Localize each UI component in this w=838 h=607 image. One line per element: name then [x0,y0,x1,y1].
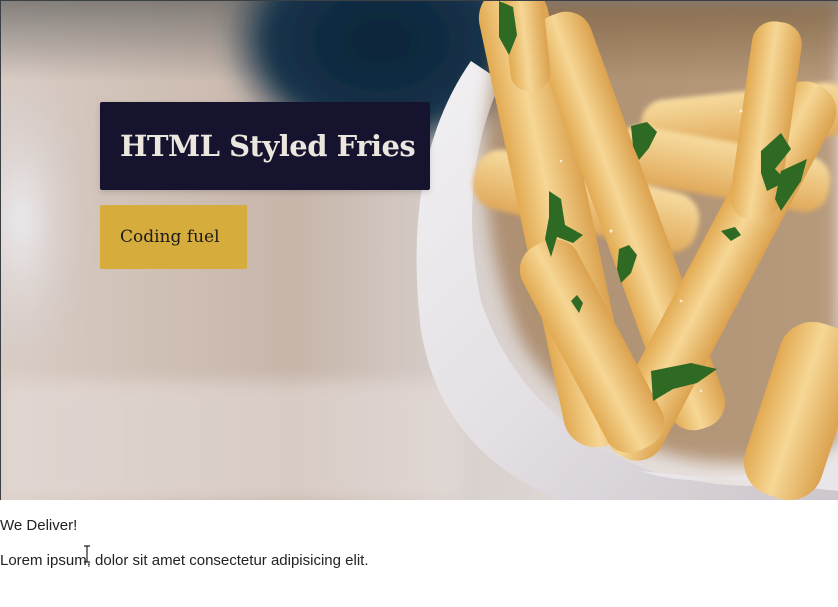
coding-fuel-button-label: Coding fuel [120,227,220,247]
hero-title: HTML Styled Fries [120,129,416,163]
hero-title-box: HTML Styled Fries [100,102,430,190]
page: HTML Styled Fries Coding fuel We Deliver… [0,0,838,607]
section-heading: We Deliver! [0,517,78,534]
section-body-text: Lorem ipsum, dolor sit amet consectetur … [0,552,369,569]
content-section: We Deliver! Lorem ipsum, dolor sit amet … [0,500,838,607]
coding-fuel-button[interactable]: Coding fuel [100,205,247,269]
text-cursor-icon [84,545,90,563]
hero-banner: HTML Styled Fries Coding fuel [0,0,838,500]
